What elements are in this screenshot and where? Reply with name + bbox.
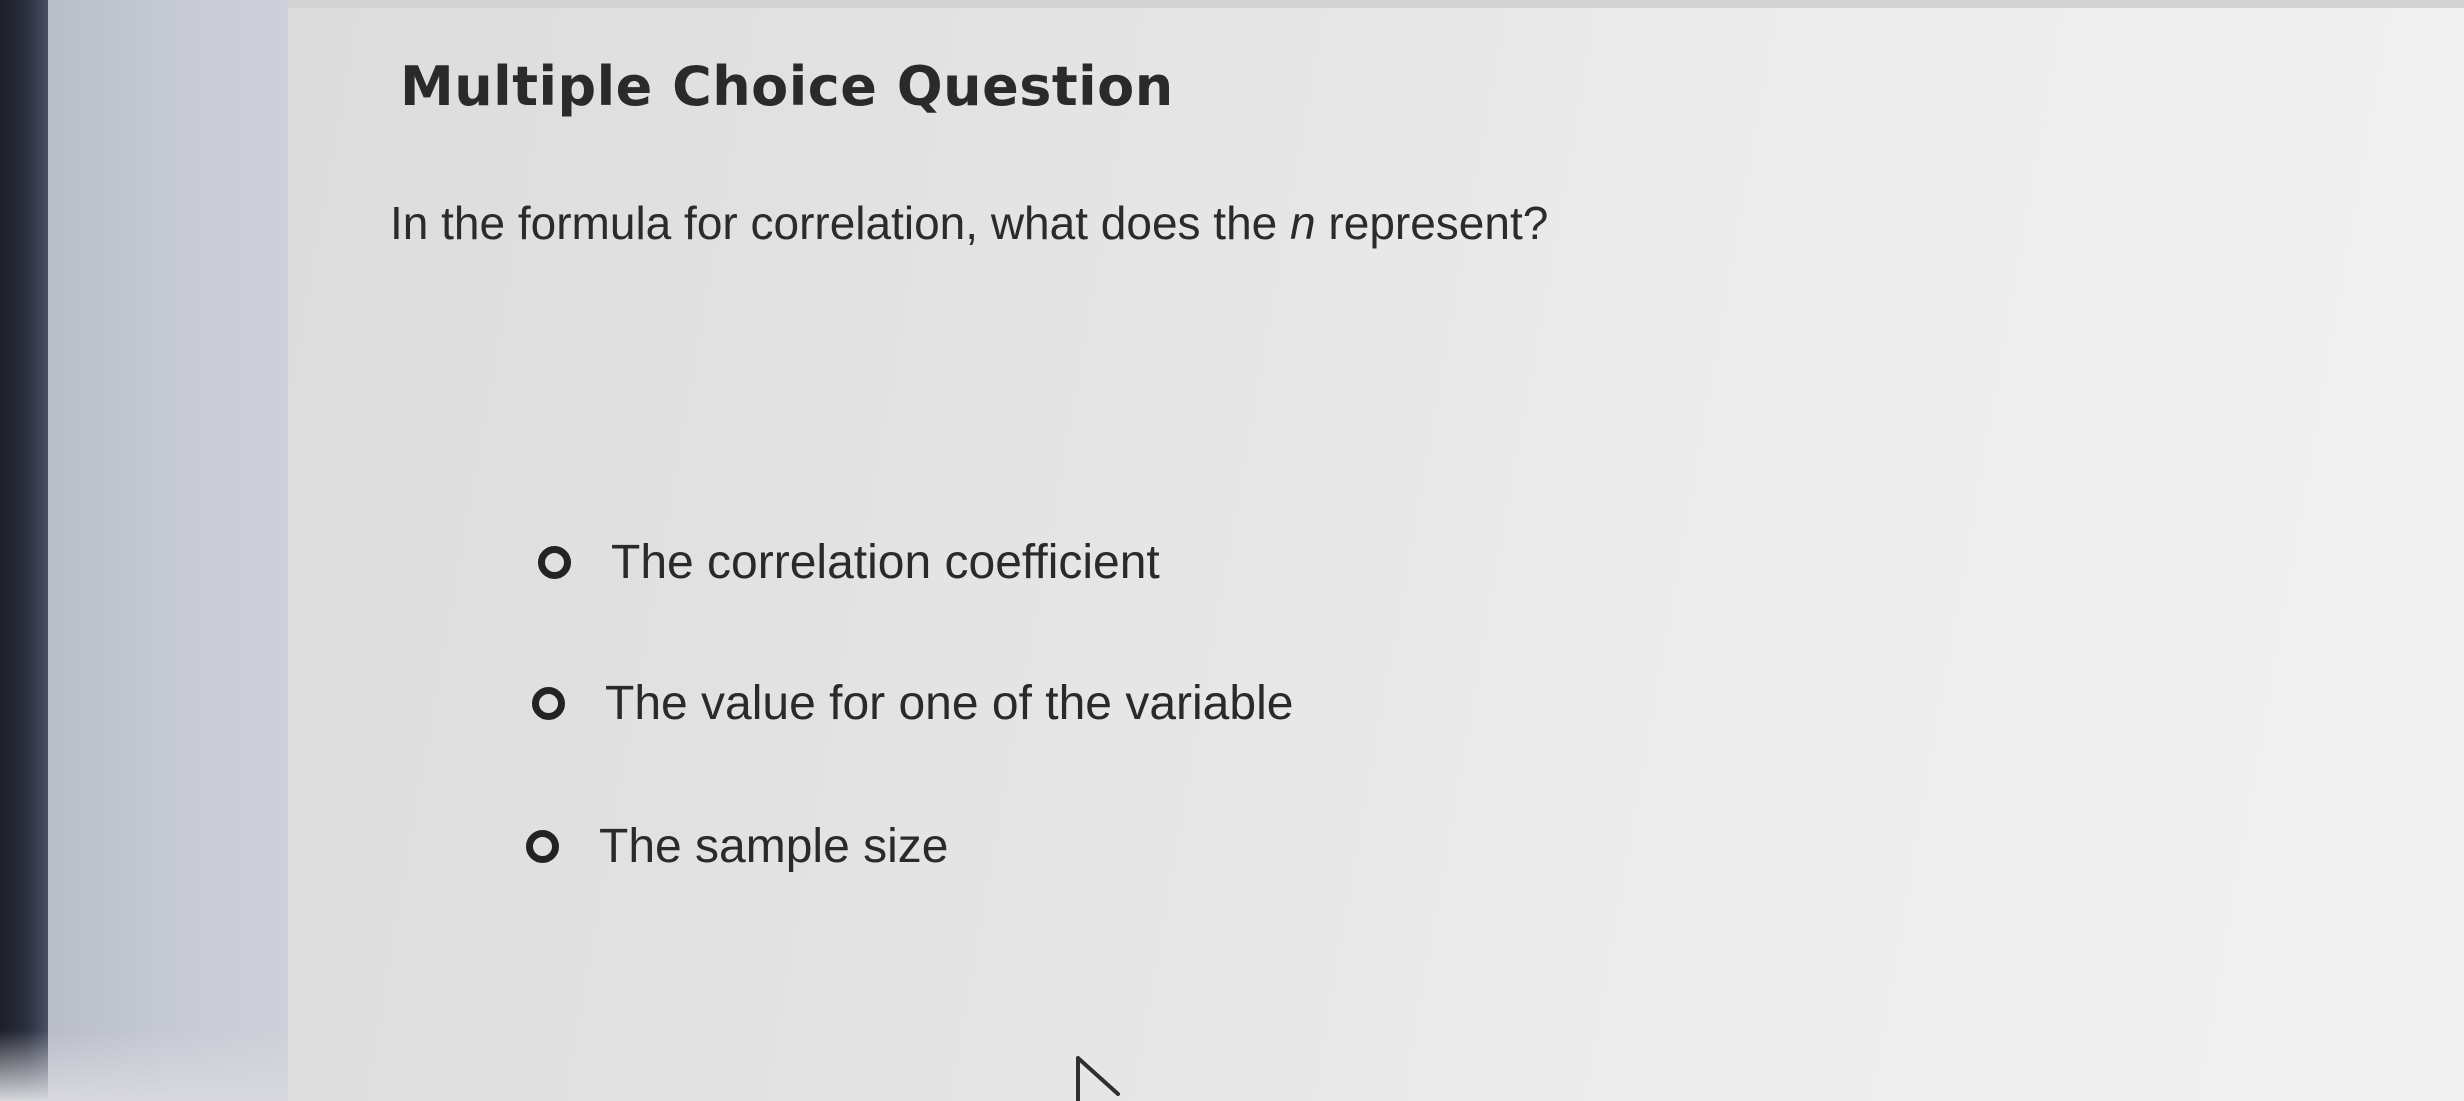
answer-option-variable-value[interactable]: The value for one of the variable: [532, 676, 1293, 731]
answer-option-correlation-coefficient[interactable]: The correlation coefficient: [538, 535, 1160, 590]
mouse-pointer-icon: [1076, 1056, 1120, 1101]
question-prompt-end: represent?: [1315, 197, 1549, 249]
radio-unchecked-icon[interactable]: [526, 830, 559, 863]
screen-edge: [0, 0, 48, 1101]
question-variable: n: [1290, 197, 1316, 249]
question-heading: Multiple Choice Question: [400, 55, 1174, 118]
question-prompt-start: In the formula for correlation, what doe…: [390, 197, 1291, 249]
answer-option-label: The sample size: [599, 820, 949, 873]
left-panel: [48, 0, 288, 1101]
answer-option-label: The correlation coefficient: [611, 536, 1160, 589]
radio-unchecked-icon[interactable]: [538, 546, 571, 579]
left-panel-fade: [0, 1030, 288, 1101]
answer-option-sample-size[interactable]: The sample size: [526, 819, 948, 874]
answer-option-label: The value for one of the variable: [605, 677, 1294, 730]
radio-unchecked-icon[interactable]: [532, 687, 565, 720]
top-divider: [288, 0, 2464, 8]
question-prompt: In the formula for correlation, what doe…: [390, 196, 1548, 250]
